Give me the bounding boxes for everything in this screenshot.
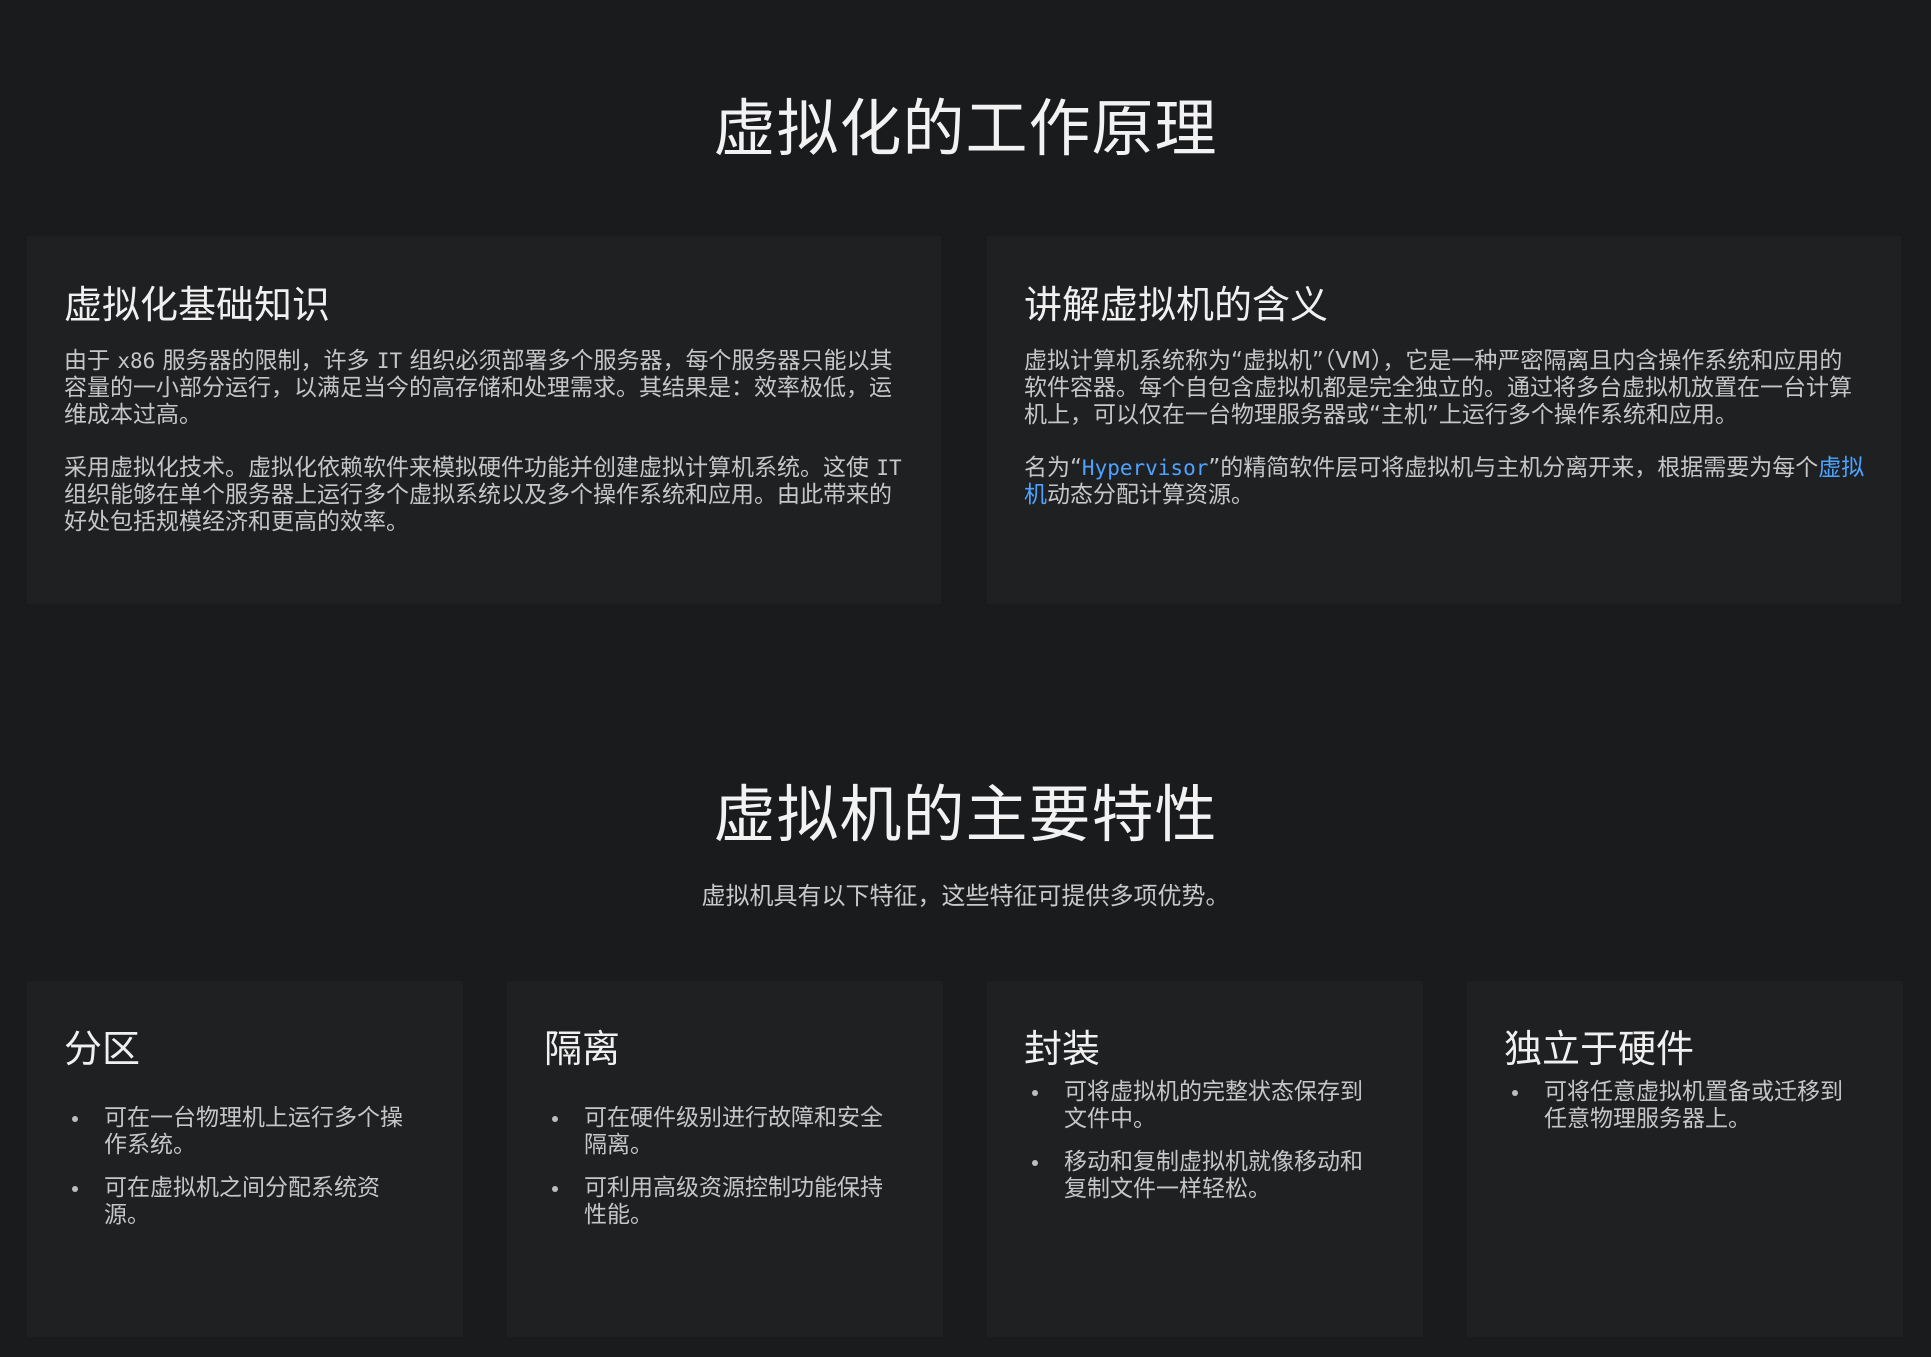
feature-list: 可在一台物理机上运行多个操作系统。 可在虚拟机之间分配系统资源。 <box>64 1105 425 1229</box>
list-item: 可利用高级资源控制功能保持性能。 <box>544 1175 905 1229</box>
text-run: ”的精简软件层可将虚拟机与主机分离开来，根据需要为每个 <box>1208 455 1819 481</box>
section-title-how-virtualization-works: 虚拟化的工作原理 <box>713 92 1218 165</box>
feature-list: 可将任意虚拟机置备或迁移到任意物理服务器上。 <box>1504 1079 1865 1133</box>
feature-title: 分区 <box>64 1027 141 1071</box>
card-paragraph: 名为“Hypervisor”的精简软件层可将虚拟机与主机分离开来，根据需要为每个… <box>1024 455 1865 509</box>
feature-card-hardware-independence: 独立于硬件 可将任意虚拟机置备或迁移到任意物理服务器上。 <box>1467 981 1903 1337</box>
bullet-icon <box>552 1116 558 1122</box>
text-run: 组织能够在单个服务器上运行多个虚拟系统以及多个操作系统和应用。由此带来的好处包括… <box>64 482 892 535</box>
list-item-text: 移动和复制虚拟机就像移动和复制文件一样轻松。 <box>1064 1149 1363 1202</box>
feature-card-encapsulation: 封装 可将虚拟机的完整状态保存到文件中。 移动和复制虚拟机就像移动和复制文件一样… <box>987 981 1423 1337</box>
section-title-vm-key-features: 虚拟机的主要特性 <box>713 778 1218 851</box>
list-item-text: 可将任意虚拟机置备或迁移到任意物理服务器上。 <box>1544 1079 1843 1132</box>
text-run: 虚拟计算机系统称为“虚拟机”（VM），它是一种严密隔离且内含操作系统和应用的软件… <box>1024 348 1852 428</box>
feature-title: 封装 <box>1024 1027 1101 1071</box>
list-item: 移动和复制虚拟机就像移动和复制文件一样轻松。 <box>1024 1149 1385 1203</box>
card-paragraph: 采用虚拟化技术。虚拟化依赖软件来模拟硬件功能并创建虚拟计算机系统。这使 IT 组… <box>64 455 905 536</box>
card-title: 讲解虚拟机的含义 <box>1024 283 1329 327</box>
text-run: 名为“ <box>1024 455 1082 481</box>
code-run: IT <box>876 456 902 480</box>
feature-title: 隔离 <box>544 1027 621 1071</box>
list-item: 可将任意虚拟机置备或迁移到任意物理服务器上。 <box>1504 1079 1865 1133</box>
bullet-icon <box>1032 1160 1038 1166</box>
text-run: 由于 <box>64 348 118 374</box>
text-run: 服务器的限制，许多 <box>155 348 377 374</box>
section-subtitle: 虚拟机具有以下特征，这些特征可提供多项优势。 <box>701 882 1230 910</box>
bullet-icon <box>72 1116 78 1122</box>
list-item: 可在硬件级别进行故障和安全隔离。 <box>544 1105 905 1159</box>
code-run: IT <box>376 349 403 373</box>
list-item-text: 可将虚拟机的完整状态保存到文件中。 <box>1064 1079 1363 1132</box>
feature-list: 可在硬件级别进行故障和安全隔离。 可利用高级资源控制功能保持性能。 <box>544 1105 905 1229</box>
page: 虚拟化的工作原理 虚拟化基础知识 由于 x86 服务器的限制，许多 IT 组织必… <box>0 0 1931 1357</box>
card-virtualization-basics: 虚拟化基础知识 由于 x86 服务器的限制，许多 IT 组织必须部署多个服务器，… <box>27 236 941 604</box>
list-item: 可在一台物理机上运行多个操作系统。 <box>64 1105 425 1159</box>
text-run: 采用虚拟化技术。虚拟化依赖软件来模拟硬件功能并创建虚拟计算机系统。这使 <box>64 455 877 481</box>
list-item: 可将虚拟机的完整状态保存到文件中。 <box>1024 1079 1385 1133</box>
list-item: 可在虚拟机之间分配系统资源。 <box>64 1175 425 1229</box>
list-item-text: 可在虚拟机之间分配系统资源。 <box>104 1175 380 1228</box>
card-vm-meaning: 讲解虚拟机的含义 虚拟计算机系统称为“虚拟机”（VM），它是一种严密隔离且内含操… <box>987 236 1901 604</box>
code-run: x86 <box>117 349 156 373</box>
feature-card-partitioning: 分区 可在一台物理机上运行多个操作系统。 可在虚拟机之间分配系统资源。 <box>27 981 463 1337</box>
card-title: 虚拟化基础知识 <box>64 283 331 327</box>
bullet-icon <box>1032 1090 1038 1096</box>
list-item-text: 可在硬件级别进行故障和安全隔离。 <box>584 1105 883 1158</box>
text-run: 动态分配计算资源。 <box>1047 482 1254 508</box>
list-item-text: 可利用高级资源控制功能保持性能。 <box>584 1175 883 1228</box>
card-paragraph: 由于 x86 服务器的限制，许多 IT 组织必须部署多个服务器，每个服务器只能以… <box>64 348 905 429</box>
list-item-text: 可在一台物理机上运行多个操作系统。 <box>104 1105 403 1158</box>
bullet-icon <box>72 1186 78 1192</box>
hypervisor-link[interactable]: Hypervisor <box>1082 456 1208 480</box>
feature-card-isolation: 隔离 可在硬件级别进行故障和安全隔离。 可利用高级资源控制功能保持性能。 <box>507 981 943 1337</box>
feature-title: 独立于硬件 <box>1504 1027 1695 1071</box>
card-paragraph: 虚拟计算机系统称为“虚拟机”（VM），它是一种严密隔离且内含操作系统和应用的软件… <box>1024 348 1865 429</box>
bullet-icon <box>552 1186 558 1192</box>
bullet-icon <box>1512 1090 1518 1096</box>
feature-list: 可将虚拟机的完整状态保存到文件中。 移动和复制虚拟机就像移动和复制文件一样轻松。 <box>1024 1079 1385 1203</box>
